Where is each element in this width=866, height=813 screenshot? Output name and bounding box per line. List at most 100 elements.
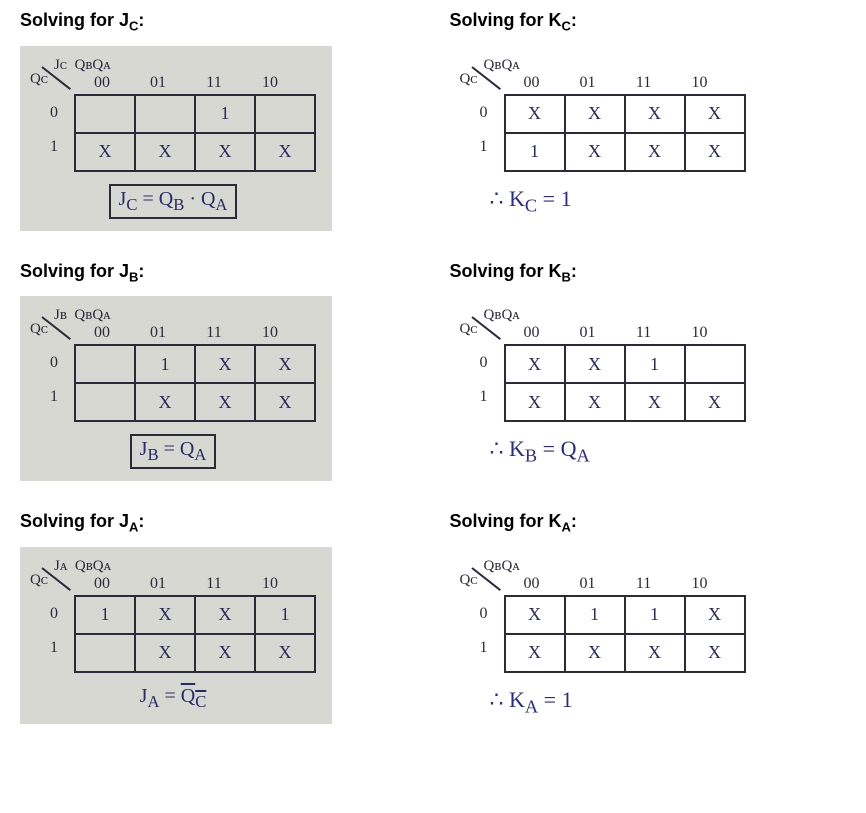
ch-11: 11 [616,74,672,92]
kmap-jb-table: 1 X X X X X [74,344,316,422]
heading-jc-sub: C [129,19,138,34]
heading-jc: Solving for JC: [20,10,416,34]
kmap-kc-colheaders: 00 01 11 10 [504,74,728,92]
cell: 1 [505,133,565,171]
cell: X [565,634,625,672]
ch-10: 10 [672,575,728,593]
cell: X [625,383,685,421]
kmap-jb-colheaders: 00 01 11 10 [74,324,298,342]
kmap-jb-rowlabels: 0 1 [50,346,58,414]
ch-00: 00 [74,74,130,92]
heading-kb-text: Solving for K [450,261,562,281]
kmap-jb-var: Jʙ QʙQᴀ [54,308,111,323]
kmap-jc-side: Qᴄ [30,72,48,87]
kmap-ja-side: Qᴄ [30,573,48,588]
table-row: X X X X [505,95,745,133]
ch-01: 01 [130,74,186,92]
rh-0: 0 [50,96,58,130]
heading-kb-sub: B [562,269,571,284]
heading-jb: Solving for JB: [20,261,416,285]
ch-00: 00 [504,74,560,92]
kmap-jc-table: 1 X X X X [74,94,316,172]
table-row: X X X X [505,383,745,421]
cell: X [255,133,315,171]
heading-colon: : [138,511,144,531]
result-jc-text: JC = QB · QA [109,184,238,219]
ch-11: 11 [616,324,672,342]
result-ja-text: JA = QC [140,685,207,707]
ch-00: 00 [74,575,130,593]
cell [685,345,745,383]
cell: X [195,383,255,421]
cell: X [135,596,195,634]
cell: X [685,383,745,421]
rh-0: 0 [480,346,488,380]
cell: X [255,634,315,672]
kmap-ja-box: Jᴀ QʙQᴀ Qᴄ 00 01 11 10 0 1 1 [20,547,332,724]
ch-10: 10 [672,324,728,342]
kmap-jb-side: Qᴄ [30,322,48,337]
kmap-kc-box: QʙQᴀ Qᴄ 00 01 11 10 0 1 X X [450,46,762,228]
heading-kb: Solving for KB: [450,261,846,285]
rh-0: 0 [480,597,488,631]
cell: X [685,133,745,171]
cell: X [255,383,315,421]
rh-1: 1 [480,130,488,164]
ch-01: 01 [560,74,616,92]
cell: 1 [135,345,195,383]
cell: X [625,634,685,672]
cell: 1 [565,596,625,634]
rh-1: 1 [480,631,488,665]
table-row: X X 1 [505,345,745,383]
table-row: 1 X X [75,345,315,383]
heading-ka-sub: A [562,520,571,535]
cell: X [625,95,685,133]
kmap-ka-colheaders: 00 01 11 10 [504,575,728,593]
cell: 1 [255,596,315,634]
kmap-jc-box: Jᴄ QʙQᴀ Qᴄ 00 01 11 10 0 1 [20,46,332,231]
kmap-jb-box: Jʙ QʙQᴀ Qᴄ 00 01 11 10 0 1 1 [20,296,332,481]
kmap-ka-box: QʙQᴀ Qᴄ 00 01 11 10 0 1 X 1 [450,547,762,729]
kmap-kc-side: Qᴄ [460,72,478,87]
heading-jc-text: Solving for J [20,10,129,30]
heading-colon: : [138,261,144,281]
row-c: Solving for JC: Jᴄ QʙQᴀ Qᴄ 00 01 11 10 0… [20,10,846,231]
ch-11: 11 [616,575,672,593]
table-row: 1 [75,95,315,133]
kmap-ja-var: Jᴀ QʙQᴀ [54,559,111,574]
result-kc: ∴ KC = 1 [490,186,746,216]
cell [75,634,135,672]
cell: X [685,596,745,634]
cell: X [685,634,745,672]
table-row: X X X X [75,133,315,171]
table-row: 1 X X 1 [75,596,315,634]
result-ka: ∴ KA = 1 [490,687,746,717]
result-jc: JC = QB · QA [30,184,316,219]
kmap-jc-rowlabels: 0 1 [50,96,58,164]
ch-00: 00 [74,324,130,342]
cell: X [75,133,135,171]
kmap-ka-var: QʙQᴀ [484,559,520,574]
ch-00: 00 [504,575,560,593]
cell [255,95,315,133]
rh-1: 1 [480,380,488,414]
cell: 1 [625,596,685,634]
ch-00: 00 [504,324,560,342]
table-row: X X X X [505,634,745,672]
cell: X [195,634,255,672]
cell [75,345,135,383]
ch-10: 10 [242,575,298,593]
cell: 1 [75,596,135,634]
kmap-kc-rowlabels: 0 1 [480,96,488,164]
cell [75,383,135,421]
heading-ka-text: Solving for K [450,511,562,531]
table-row: X 1 1 X [505,596,745,634]
table-row: 1 X X X [505,133,745,171]
ch-10: 10 [242,324,298,342]
cell: X [565,95,625,133]
col-jc: Solving for JC: Jᴄ QʙQᴀ Qᴄ 00 01 11 10 0… [20,10,416,231]
col-ka: Solving for KA: QʙQᴀ Qᴄ 00 01 11 10 0 1 [450,511,846,729]
heading-colon: : [138,10,144,30]
cell: X [135,133,195,171]
kmap-ja-rowlabels: 0 1 [50,597,58,665]
